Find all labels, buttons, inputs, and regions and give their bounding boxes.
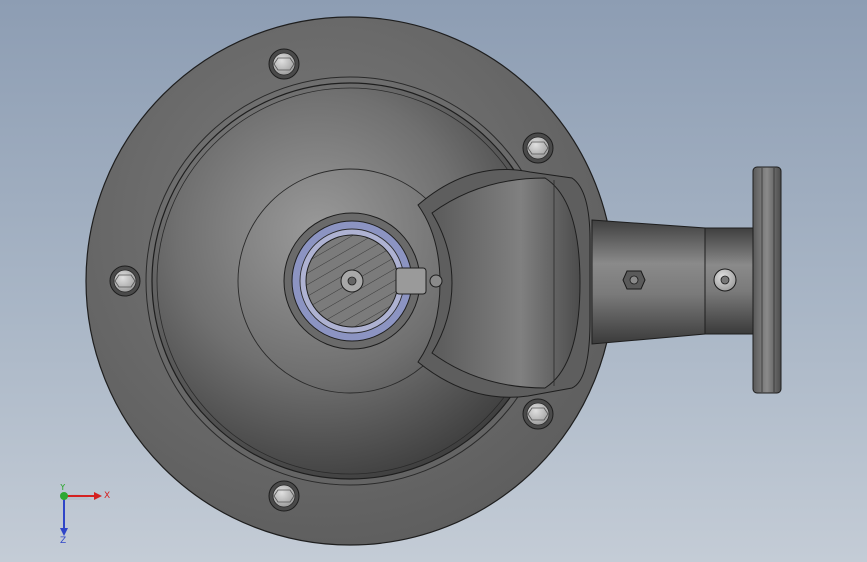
volute-channel-body: [431, 177, 581, 389]
shaft-key: [395, 267, 427, 295]
flange-bolt: [268, 48, 300, 80]
x-axis-label: X: [104, 491, 110, 501]
flange-bolt: [109, 265, 141, 297]
pump-volute-model[interactable]: [0, 0, 867, 562]
key-screw: [429, 274, 443, 288]
y-axis-label: Y: [59, 484, 66, 493]
z-axis-label: Z: [60, 536, 66, 544]
y-axis-dot: [60, 492, 68, 500]
discharge-flange: [752, 166, 782, 394]
graphics-viewport[interactable]: X Y Z: [0, 0, 867, 562]
z-axis-arrow: [60, 528, 68, 536]
flange-bolt: [268, 480, 300, 512]
flange-bolt: [522, 398, 554, 430]
shaft-center-hole: [347, 276, 357, 286]
pipe-hex-nut-hole: [629, 275, 639, 285]
flange-bolt: [522, 132, 554, 164]
x-axis-arrow: [94, 492, 102, 500]
pipe-bolt-hole: [720, 275, 730, 285]
view-orientation-triad: X Y Z: [59, 484, 110, 544]
discharge-pipe-cone: [591, 219, 706, 345]
